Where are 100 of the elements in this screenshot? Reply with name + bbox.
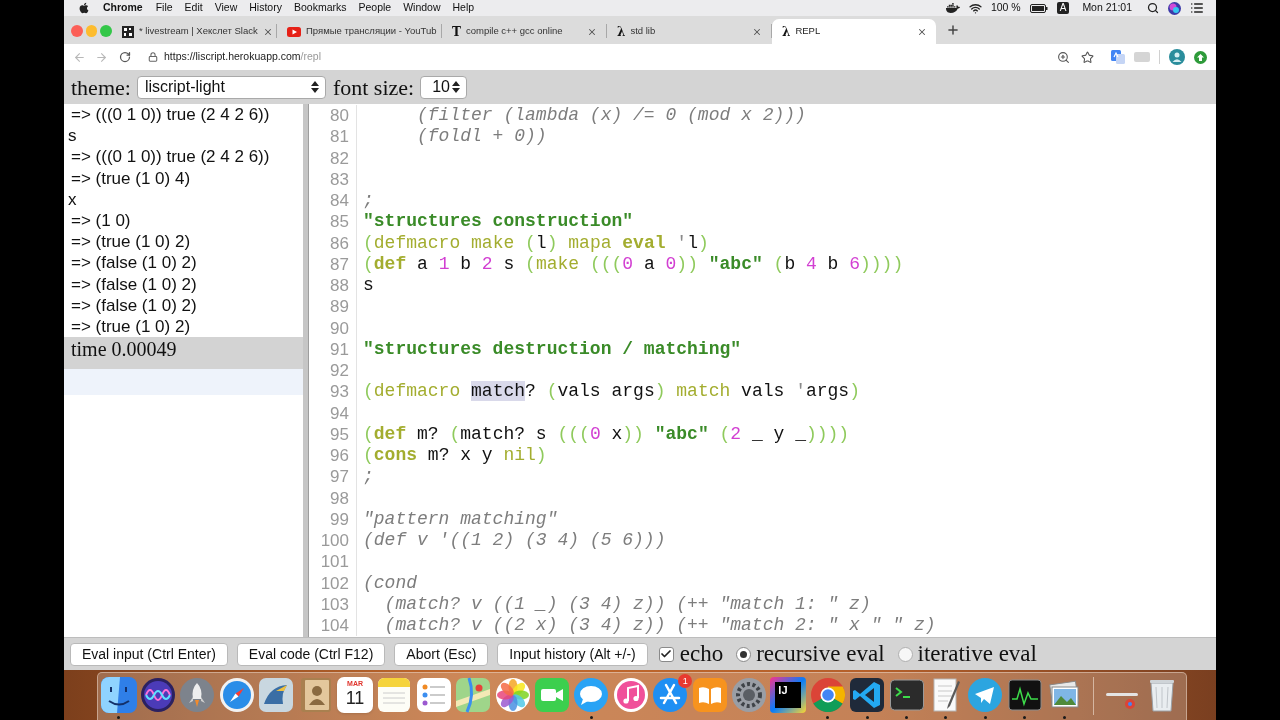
new-tab-icon[interactable] <box>946 23 960 37</box>
result-line: => (((0 1 0)) true (2 4 2 6)) <box>71 146 270 168</box>
action-button[interactable]: Eval code (Ctrl F12) <box>236 642 386 666</box>
close-icon[interactable] <box>262 26 273 37</box>
flower-icon[interactable] <box>494 677 531 713</box>
wifi-icon[interactable] <box>968 1 982 15</box>
play-icon <box>287 26 301 37</box>
app-menu[interactable]: Chrome <box>103 0 143 16</box>
menu-item[interactable]: File <box>155 0 173 16</box>
letter-a-circle-icon[interactable] <box>652 677 689 713</box>
ribbon-icon[interactable] <box>849 677 886 713</box>
browser-tab[interactable]: λ REPL <box>772 19 936 44</box>
activity-graph-icon[interactable] <box>1006 677 1043 713</box>
line-number: 80 <box>330 105 349 127</box>
action-button[interactable]: Input history (Alt +/-) <box>497 642 648 666</box>
menu-list-icon[interactable] <box>1190 1 1204 15</box>
ide-tile-icon[interactable]: IJ <box>770 677 807 713</box>
code-line: (cond <box>363 572 417 594</box>
echo-label: echo <box>679 639 724 668</box>
notepad-icon[interactable] <box>376 677 413 713</box>
line-number: 82 <box>330 147 349 169</box>
checklist-icon[interactable] <box>415 677 452 713</box>
echo-checkbox[interactable] <box>658 646 674 662</box>
line-number: 91 <box>330 338 349 360</box>
avatar-icon[interactable] <box>1169 49 1185 65</box>
battery-icon[interactable] <box>1029 3 1048 13</box>
ring-icon[interactable] <box>809 677 846 713</box>
line-number: 88 <box>330 275 349 297</box>
wave-orb-icon[interactable] <box>140 677 177 713</box>
close-window-button[interactable] <box>71 25 83 37</box>
close-icon[interactable] <box>752 26 762 37</box>
result-line: => (false (1 0) 2) <box>71 252 197 274</box>
translate-icon[interactable] <box>1111 50 1125 64</box>
lock-icon <box>148 52 158 62</box>
font-size-select[interactable]: 10 <box>420 75 468 99</box>
input-field[interactable] <box>64 369 303 396</box>
radio-button[interactable] <box>736 646 752 662</box>
menu-item[interactable]: People <box>358 0 392 16</box>
open-book-icon[interactable] <box>691 677 728 713</box>
menu-item[interactable]: Window <box>403 0 441 16</box>
terminal-icon[interactable] <box>888 677 925 713</box>
menu-item[interactable]: Bookmarks <box>293 0 347 16</box>
line-number: 97 <box>330 466 349 488</box>
action-button[interactable]: Eval input (Ctrl Enter) <box>70 642 228 666</box>
line-number: 98 <box>330 487 349 509</box>
video-camera-icon[interactable] <box>534 677 570 713</box>
menu-item[interactable]: Edit <box>184 0 203 16</box>
wing-icon[interactable] <box>258 677 295 713</box>
menu-item[interactable]: History <box>249 0 282 16</box>
line-number: 92 <box>330 360 349 382</box>
line-number: 95 <box>330 423 349 445</box>
result-line: => (true (1 0) 2) <box>71 231 191 253</box>
whale-icon[interactable] <box>945 2 960 14</box>
line-number: 104 <box>320 615 349 637</box>
code-line: (def m? (match? s (((0 x)) "abc" (2 _ y _)))) <box>363 423 850 445</box>
line-number: 103 <box>320 593 349 615</box>
splitter-handle[interactable] <box>303 104 309 637</box>
line-number: 102 <box>320 572 349 594</box>
bookmark-star-icon[interactable] <box>1081 50 1094 64</box>
favicon-glyph: λ <box>782 24 791 39</box>
line-number: 100 <box>320 530 349 552</box>
close-icon[interactable] <box>917 26 927 37</box>
gear-icon[interactable] <box>730 677 767 713</box>
eval-mode-label: iterative eval <box>917 639 1037 668</box>
action-button[interactable]: Abort (Esc) <box>394 642 489 666</box>
battery-percentage: 100 % <box>990 0 1021 16</box>
code-line: "structures construction" <box>363 211 634 233</box>
two-tone-face-icon[interactable] <box>100 677 137 713</box>
menu-item[interactable]: View <box>214 0 238 16</box>
apple-icon[interactable] <box>78 2 90 14</box>
forward-icon[interactable] <box>95 50 108 64</box>
menu-item[interactable]: Help <box>452 0 475 16</box>
menu-bar-clock[interactable]: Mon 21:01 <box>1082 0 1132 16</box>
music-note-icon[interactable] <box>612 677 649 713</box>
map-icon[interactable] <box>455 677 492 713</box>
orb-icon[interactable] <box>1168 1 1181 15</box>
zoom-in-icon[interactable] <box>1057 50 1070 64</box>
search-icon[interactable] <box>1147 2 1159 14</box>
code-line: (cons m? x y nil) <box>363 445 547 467</box>
grid-icon <box>122 25 134 38</box>
timing-readout: time 0.00049 <box>64 337 303 362</box>
compass-icon[interactable] <box>218 677 255 713</box>
speech-bubble-icon[interactable] <box>573 677 610 713</box>
font-size-label: font size: <box>332 73 415 102</box>
code-line: (match? v ((2 x) (3 4) z)) (++ "match 2: " x " " z) <box>383 615 936 637</box>
checkmark-icon <box>660 648 673 660</box>
line-number: 96 <box>330 445 349 467</box>
back-icon[interactable] <box>73 50 86 64</box>
eval-mode-label: recursive eval <box>756 639 885 668</box>
extension-icon[interactable] <box>1194 50 1207 64</box>
result-line: => (false (1 0) 2) <box>71 273 197 295</box>
reload-icon[interactable] <box>119 51 131 63</box>
close-icon[interactable] <box>587 26 597 37</box>
theme-select[interactable]: liscript-light <box>136 75 326 99</box>
calendar-day: 11 <box>345 688 365 708</box>
paper-plane-icon[interactable] <box>967 677 1004 713</box>
radio-button[interactable] <box>897 646 913 662</box>
line-number: 84 <box>330 190 349 212</box>
code-line: (defmacro match? (vals args) match vals 'args) <box>363 381 860 403</box>
input-source-indicator[interactable]: A <box>1056 2 1070 14</box>
